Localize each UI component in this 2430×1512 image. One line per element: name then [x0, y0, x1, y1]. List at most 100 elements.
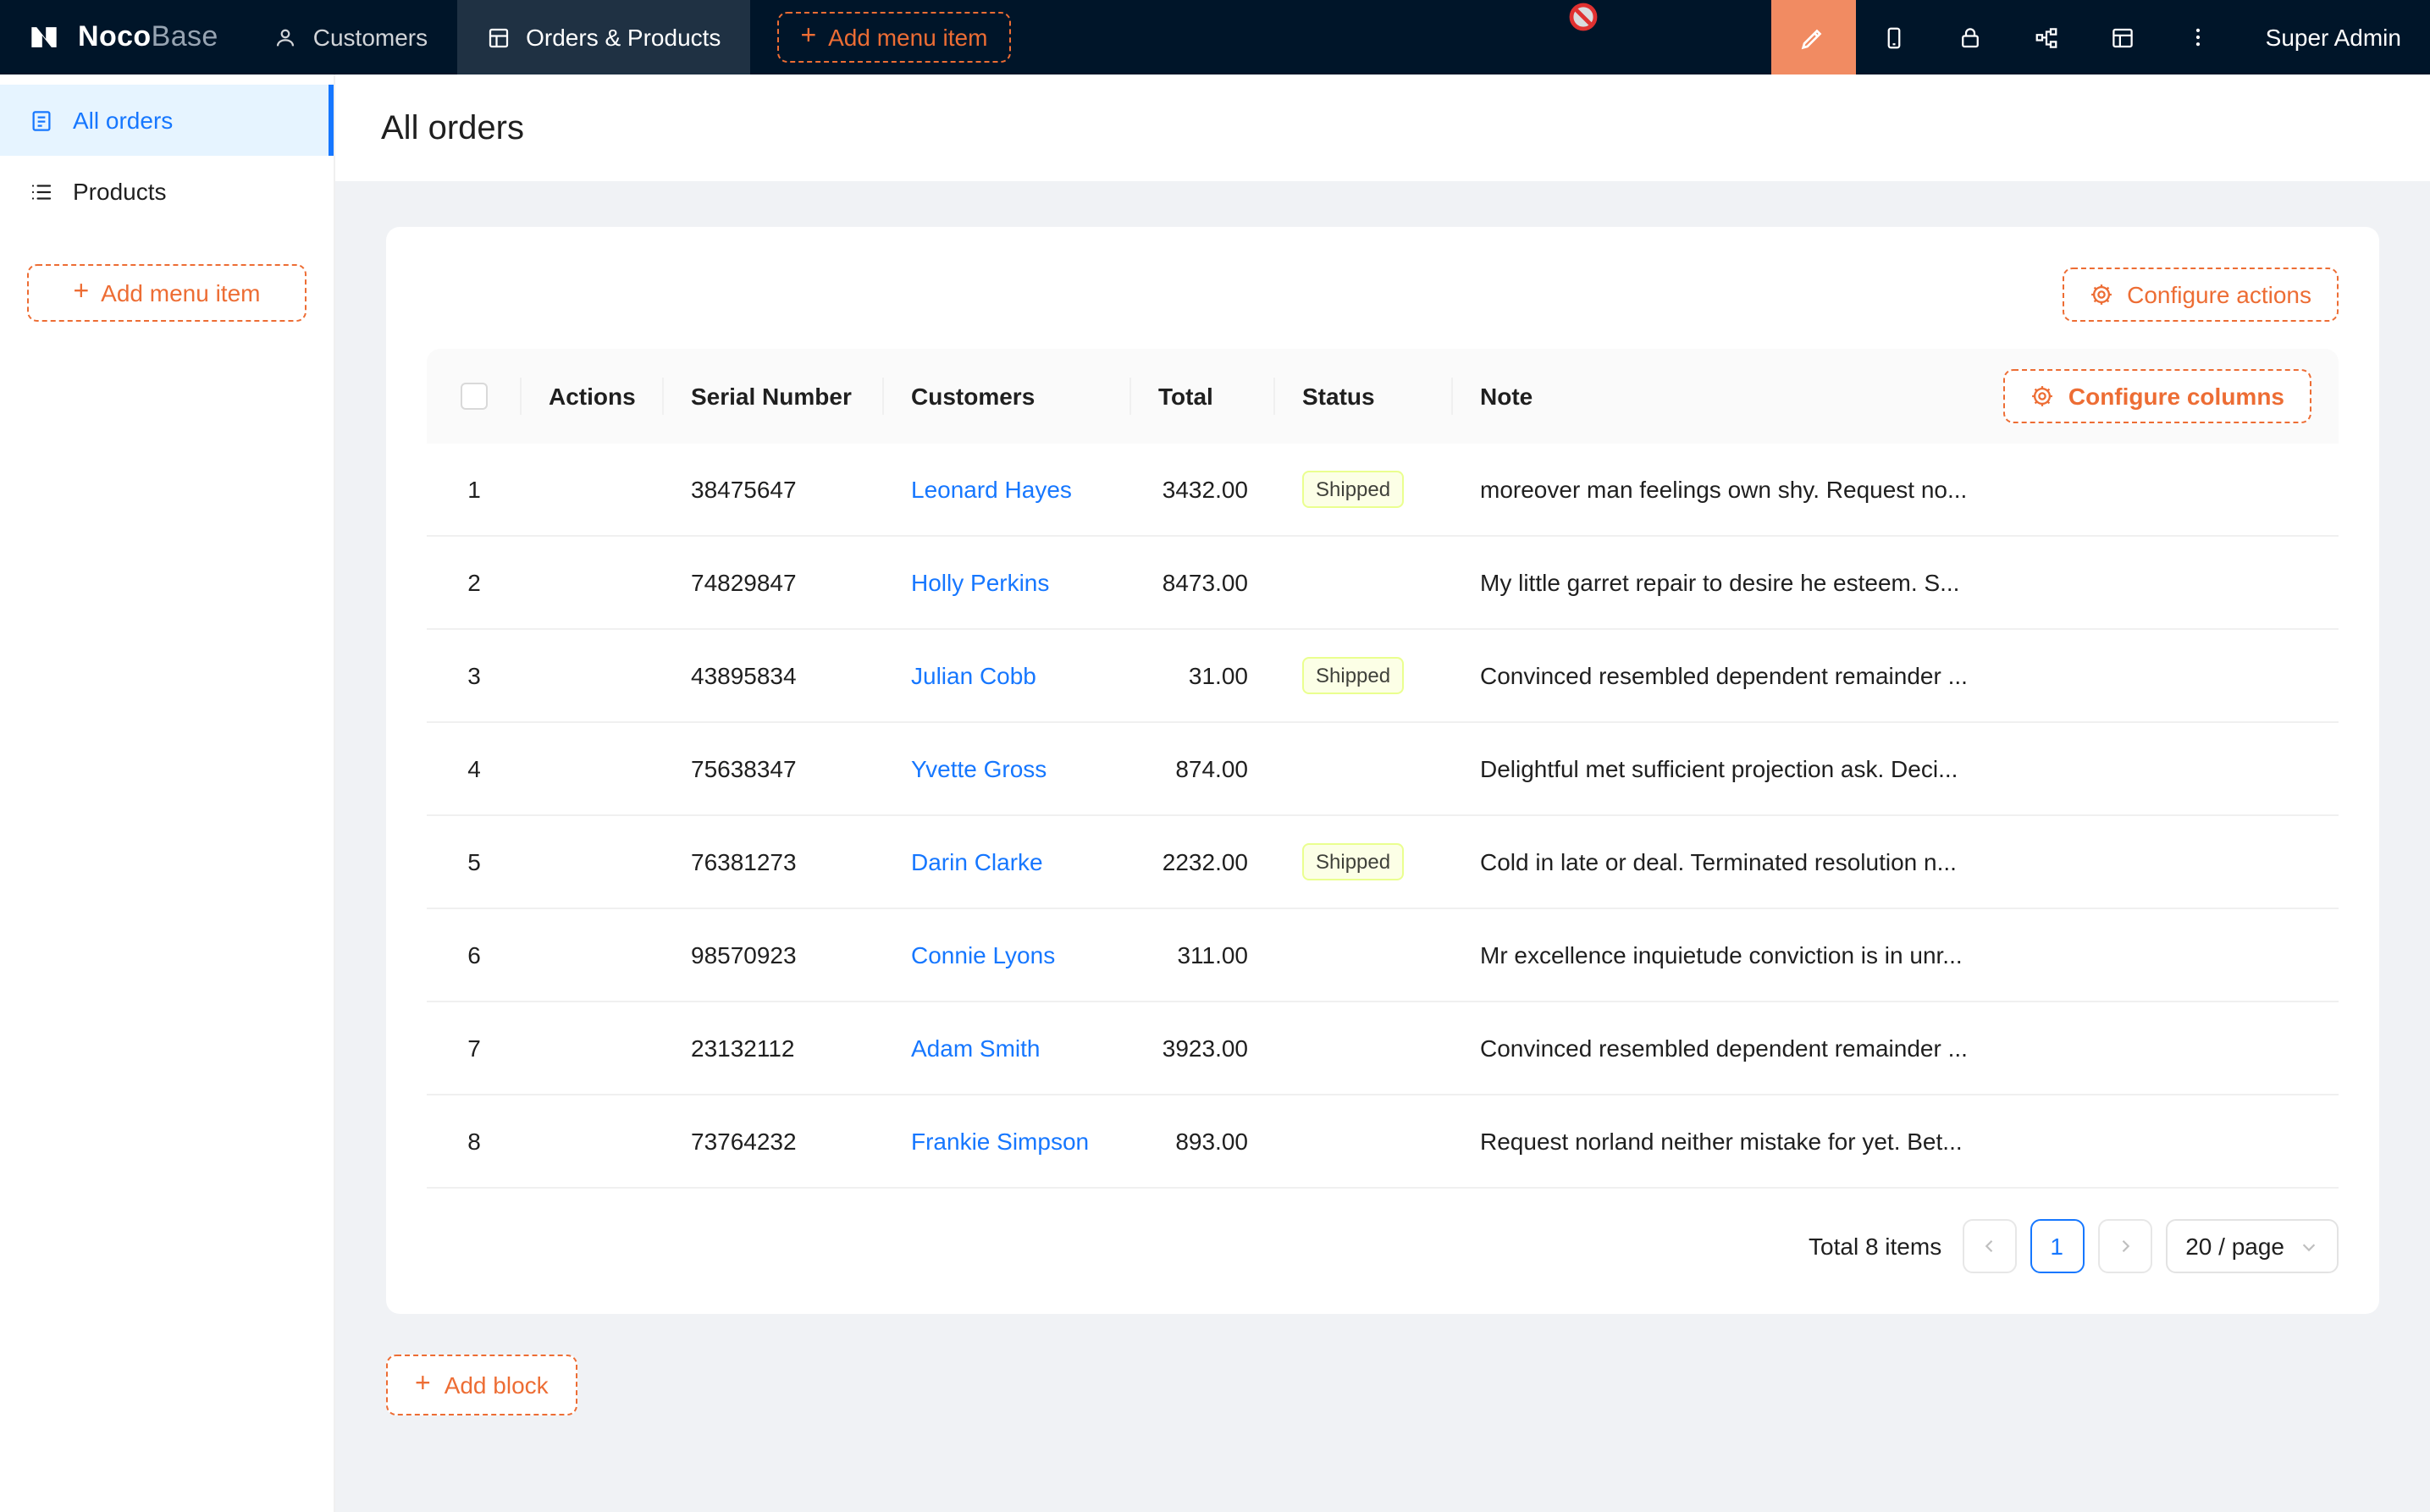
- configure-columns-label: Configure columns: [2068, 383, 2284, 410]
- customer-cell: Yvette Gross: [884, 755, 1131, 782]
- page-title: All orders: [381, 110, 2384, 149]
- row-index: 6: [427, 941, 522, 968]
- top-nav-label: Orders & Products: [526, 24, 721, 51]
- customer-link[interactable]: Yvette Gross: [911, 755, 1047, 782]
- top-right-actions: Super Admin: [1771, 0, 2430, 74]
- top-nav-label: Customers: [313, 24, 428, 51]
- configure-actions-button[interactable]: Configure actions: [2063, 268, 2339, 322]
- note-cell: Convinced resembled dependent remainder …: [1453, 1035, 2008, 1062]
- table-icon: [485, 25, 511, 50]
- add-block-button[interactable]: + Add block: [386, 1355, 577, 1415]
- customer-cell: Frankie Simpson: [884, 1128, 1131, 1155]
- column-header-status: Status: [1275, 349, 1453, 444]
- top-bar: NocoBase Customers: [0, 0, 2430, 74]
- pagination-prev-button[interactable]: [1962, 1219, 2016, 1273]
- top-nav-item-orders-products[interactable]: Orders & Products: [456, 0, 749, 74]
- serial-number-cell: 73764232: [664, 1128, 884, 1155]
- serial-number-cell: 76381273: [664, 848, 884, 875]
- more-settings-button[interactable]: [2161, 0, 2237, 74]
- chevron-down-icon: [2300, 1237, 2318, 1255]
- no-drop-cursor-icon: [1566, 0, 1600, 34]
- configure-actions-label: Configure actions: [2127, 281, 2311, 308]
- table-row[interactable]: 1 38475647 Leonard Hayes 3432.00 Shipped…: [427, 444, 2339, 537]
- serial-number-cell: 75638347: [664, 755, 884, 782]
- serial-number-cell: 43895834: [664, 662, 884, 689]
- total-cell: 893.00: [1131, 1128, 1275, 1155]
- pagination-next-button[interactable]: [2097, 1219, 2151, 1273]
- table-row[interactable]: 7 23132112 Adam Smith 3923.00 Convinced …: [427, 1002, 2339, 1095]
- configure-columns-button[interactable]: Configure columns: [2004, 369, 2311, 423]
- note-cell: Convinced resembled dependent remainder …: [1453, 662, 2008, 689]
- table-row[interactable]: 5 76381273 Darin Clarke 2232.00 Shipped …: [427, 816, 2339, 909]
- column-header-note: Note: [1453, 349, 2008, 444]
- column-header-customers: Customers: [884, 349, 1131, 444]
- customer-link[interactable]: Adam Smith: [911, 1035, 1041, 1062]
- lock-icon: [1958, 25, 1983, 50]
- status-cell: Shipped: [1275, 843, 1453, 880]
- chevron-left-icon: [1980, 1238, 1997, 1255]
- customer-cell: Connie Lyons: [884, 941, 1131, 968]
- select-all-checkbox[interactable]: [461, 383, 488, 410]
- status-tag: Shipped: [1302, 843, 1404, 880]
- kebab-menu-icon: [2187, 25, 2211, 49]
- auth-button[interactable]: [1932, 0, 2008, 74]
- row-index: 5: [427, 848, 522, 875]
- brand[interactable]: NocoBase: [0, 0, 244, 74]
- table-row[interactable]: 6 98570923 Connie Lyons 311.00 Mr excell…: [427, 909, 2339, 1002]
- main-area: All orders: [335, 74, 2430, 1512]
- form-icon: [29, 108, 54, 133]
- sidebar-add-menu-item-button[interactable]: + Add menu item: [27, 264, 307, 322]
- total-cell: 2232.00: [1131, 848, 1275, 875]
- status-cell: Shipped: [1275, 657, 1453, 694]
- total-cell: 3923.00: [1131, 1035, 1275, 1062]
- sidebar-item-all-orders[interactable]: All orders: [0, 85, 334, 156]
- status-tag: Shipped: [1302, 471, 1404, 508]
- sidebar-item-products[interactable]: Products: [0, 156, 334, 227]
- table-row[interactable]: 4 75638347 Yvette Gross 874.00 Delightfu…: [427, 723, 2339, 816]
- table-row[interactable]: 8 73764232 Frankie Simpson 893.00 Reques…: [427, 1095, 2339, 1189]
- team-icon: [273, 25, 298, 50]
- customer-link[interactable]: Connie Lyons: [911, 941, 1055, 968]
- customer-cell: Leonard Hayes: [884, 476, 1131, 503]
- customer-cell: Julian Cobb: [884, 662, 1131, 689]
- api-keys-button[interactable]: [2008, 0, 2085, 74]
- mobile-icon: [1881, 25, 1907, 50]
- total-cell: 3432.00: [1131, 476, 1275, 503]
- customer-link[interactable]: Frankie Simpson: [911, 1128, 1089, 1155]
- add-block-label: Add block: [445, 1371, 549, 1399]
- app-window: NocoBase Customers: [0, 0, 2430, 1512]
- row-index: 8: [427, 1128, 522, 1155]
- column-header-serial-number: Serial Number: [664, 349, 884, 444]
- pagination-current-page: 1: [2050, 1233, 2063, 1260]
- serial-number-cell: 98570923: [664, 941, 884, 968]
- user-menu[interactable]: Super Admin: [2237, 0, 2430, 74]
- customer-link[interactable]: Julian Cobb: [911, 662, 1036, 689]
- total-cell: 8473.00: [1131, 569, 1275, 596]
- chevron-right-icon: [2116, 1238, 2133, 1255]
- app-frame: All orders Products + Add menu item: [0, 74, 2430, 1512]
- mobile-client-button[interactable]: [1856, 0, 1932, 74]
- note-cell: Delightful met sufficient projection ask…: [1453, 755, 2008, 782]
- row-index: 3: [427, 662, 522, 689]
- user-name: Super Admin: [2266, 24, 2401, 51]
- top-nav-item-customers[interactable]: Customers: [244, 0, 456, 74]
- table-row[interactable]: 3 43895834 Julian Cobb 31.00 Shipped Con…: [427, 630, 2339, 723]
- note-cell: My little garret repair to desire he est…: [1453, 569, 2008, 596]
- plus-icon: +: [415, 1371, 431, 1399]
- brand-title: NocoBase: [78, 20, 218, 54]
- ui-editor-button[interactable]: [1771, 0, 1856, 74]
- total-cell: 31.00: [1131, 662, 1275, 689]
- header-add-menu-item-button[interactable]: + Add menu item: [776, 12, 1011, 63]
- page-size-select[interactable]: 20 / page: [2165, 1219, 2339, 1273]
- table-row[interactable]: 2 74829847 Holly Perkins 8473.00 My litt…: [427, 537, 2339, 630]
- highlighter-pen-icon: [1799, 23, 1828, 52]
- customer-link[interactable]: Darin Clarke: [911, 848, 1043, 875]
- brand-title-light: Base: [152, 20, 218, 52]
- plugin-manager-button[interactable]: [2085, 0, 2161, 74]
- sidebar: All orders Products + Add menu item: [0, 74, 335, 1512]
- customer-link[interactable]: Holly Perkins: [911, 569, 1049, 596]
- pagination-page-1[interactable]: 1: [2030, 1219, 2084, 1273]
- customer-link[interactable]: Leonard Hayes: [911, 476, 1072, 503]
- note-cell: Cold in late or deal. Terminated resolut…: [1453, 848, 2008, 875]
- hierarchy-icon: [2034, 25, 2059, 50]
